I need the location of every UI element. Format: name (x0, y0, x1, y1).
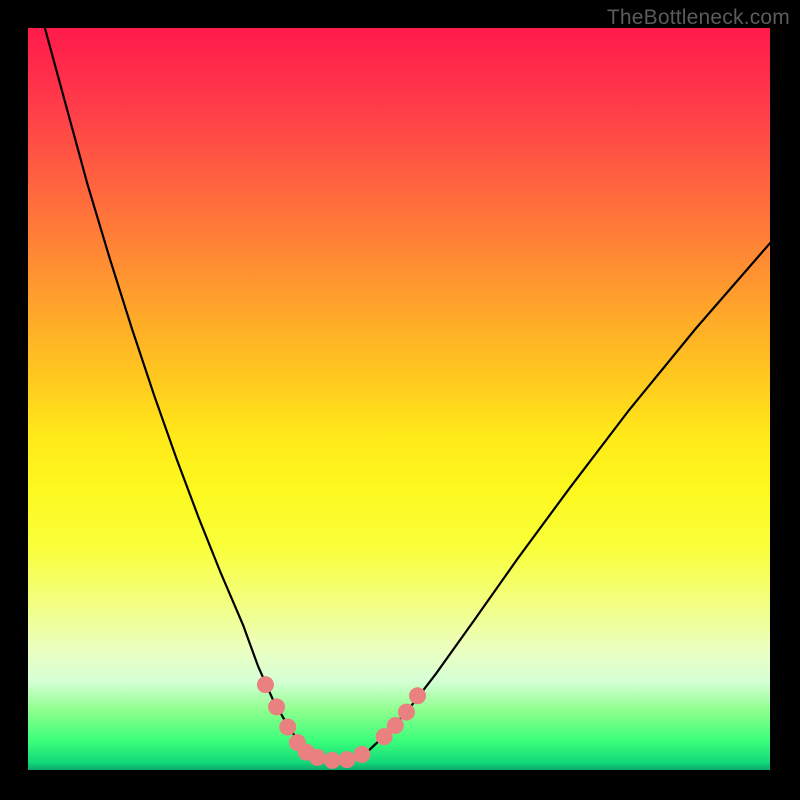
curve-marker (279, 718, 296, 735)
curve-marker (353, 746, 370, 763)
bottleneck-curve (43, 21, 770, 761)
curve-marker (324, 752, 341, 769)
chart-frame: TheBottleneck.com (0, 0, 800, 800)
curve-marker (309, 749, 326, 766)
curve-marker (257, 676, 274, 693)
watermark-text: TheBottleneck.com (607, 6, 790, 30)
curve-markers (257, 676, 426, 769)
curve-marker (268, 698, 285, 715)
chart-svg (0, 0, 800, 800)
curve-marker (339, 751, 356, 768)
curve-marker (387, 717, 404, 734)
curve-marker (398, 704, 415, 721)
curve-marker (409, 687, 426, 704)
